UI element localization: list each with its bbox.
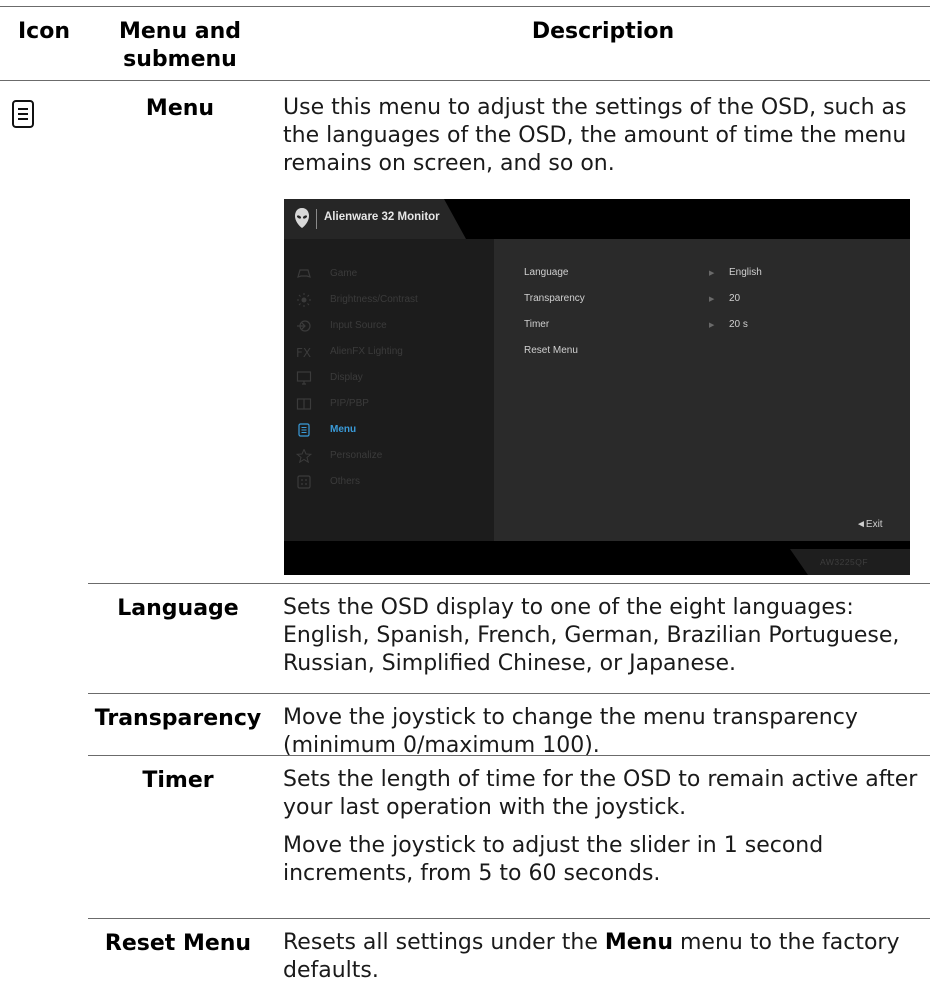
menu-list-icon (11, 99, 35, 129)
osd-setting-timer[interactable]: Timer (524, 319, 549, 330)
reset-menu-name: Reset Menu (104, 931, 252, 956)
osd-screenshot: Alienware 32 Monitor AW3225QF Game Brigh… (284, 199, 910, 575)
osd-nav-label: Personalize (330, 450, 383, 461)
header-menu-line2: submenu (123, 47, 237, 72)
osd-arrow-icon: ▶ (709, 269, 715, 277)
fx-icon: FX (296, 346, 311, 359)
osd-nav-label: AlienFX Lighting (330, 346, 403, 357)
gamepad-icon (297, 269, 311, 278)
display-icon (296, 371, 312, 385)
reset-desc-bold: Menu (604, 930, 673, 955)
osd-arrow-icon: ▶ (709, 295, 715, 303)
osd-nav-label: Others (330, 476, 361, 487)
header-rule (0, 80, 930, 81)
star-icon (296, 449, 312, 463)
language-name: Language (117, 596, 239, 621)
osd-nav-label: Input Source (330, 320, 387, 331)
osd-nav-label: Brightness/Contrast (330, 294, 418, 305)
header-description: Description (531, 19, 675, 44)
top-rule (0, 6, 930, 7)
language-description: Sets the OSD display to one of the eight… (283, 595, 900, 676)
osd-setting-language[interactable]: Language (524, 267, 569, 278)
others-icon (297, 475, 311, 489)
osd-setting-transparency[interactable]: Transparency (524, 293, 585, 304)
osd-model: AW3225QF (820, 557, 869, 567)
timer-description-1: Sets the length of time for the OSD to r… (283, 767, 918, 820)
osd-arrow-icon: ▶ (709, 321, 715, 329)
row-rule-timer (88, 918, 930, 919)
menu-icon (298, 423, 310, 437)
pip-icon (296, 398, 312, 410)
header-menu-line1: Menu and (118, 19, 242, 44)
osd-value-timer: 20 s (729, 319, 748, 330)
header-icon: Icon (17, 19, 70, 44)
input-source-icon (297, 320, 311, 332)
transparency-name: Transparency (94, 706, 262, 731)
osd-nav-label: Menu (330, 424, 357, 435)
svg-text:FX: FX (296, 346, 311, 359)
reset-menu-description: Resets all settings under the Menu menu … (283, 929, 923, 985)
row-rule-language (88, 693, 930, 694)
osd-title: Alienware 32 Monitor (324, 211, 440, 223)
osd-nav-panel (284, 239, 494, 541)
timer-description-2: Move the joystick to adjust the slider i… (283, 833, 824, 886)
header-menu-submenu: Menu and submenu (95, 18, 265, 74)
osd-nav-label: Game (330, 268, 358, 279)
row-rule-menu (88, 583, 930, 584)
osd-title-separator (316, 209, 317, 229)
reset-desc-pre: Resets all settings under the (283, 930, 605, 955)
osd-nav-label: Display (330, 372, 363, 383)
osd-value-language: English (729, 267, 762, 278)
transparency-description: Move the joystick to change the menu tra… (283, 705, 858, 758)
timer-name: Timer (142, 768, 214, 793)
brightness-icon (297, 293, 311, 307)
osd-setting-reset-menu[interactable]: Reset Menu (524, 345, 578, 356)
alien-head-icon (295, 208, 309, 228)
osd-exit[interactable]: ◄Exit (856, 519, 883, 530)
osd-nav-label: PIP/PBP (330, 398, 369, 409)
osd-settings-panel (494, 239, 910, 541)
menu-description: Use this menu to adjust the settings of … (283, 95, 907, 176)
osd-value-transparency: 20 (729, 293, 741, 304)
menu-name: Menu (145, 96, 215, 121)
